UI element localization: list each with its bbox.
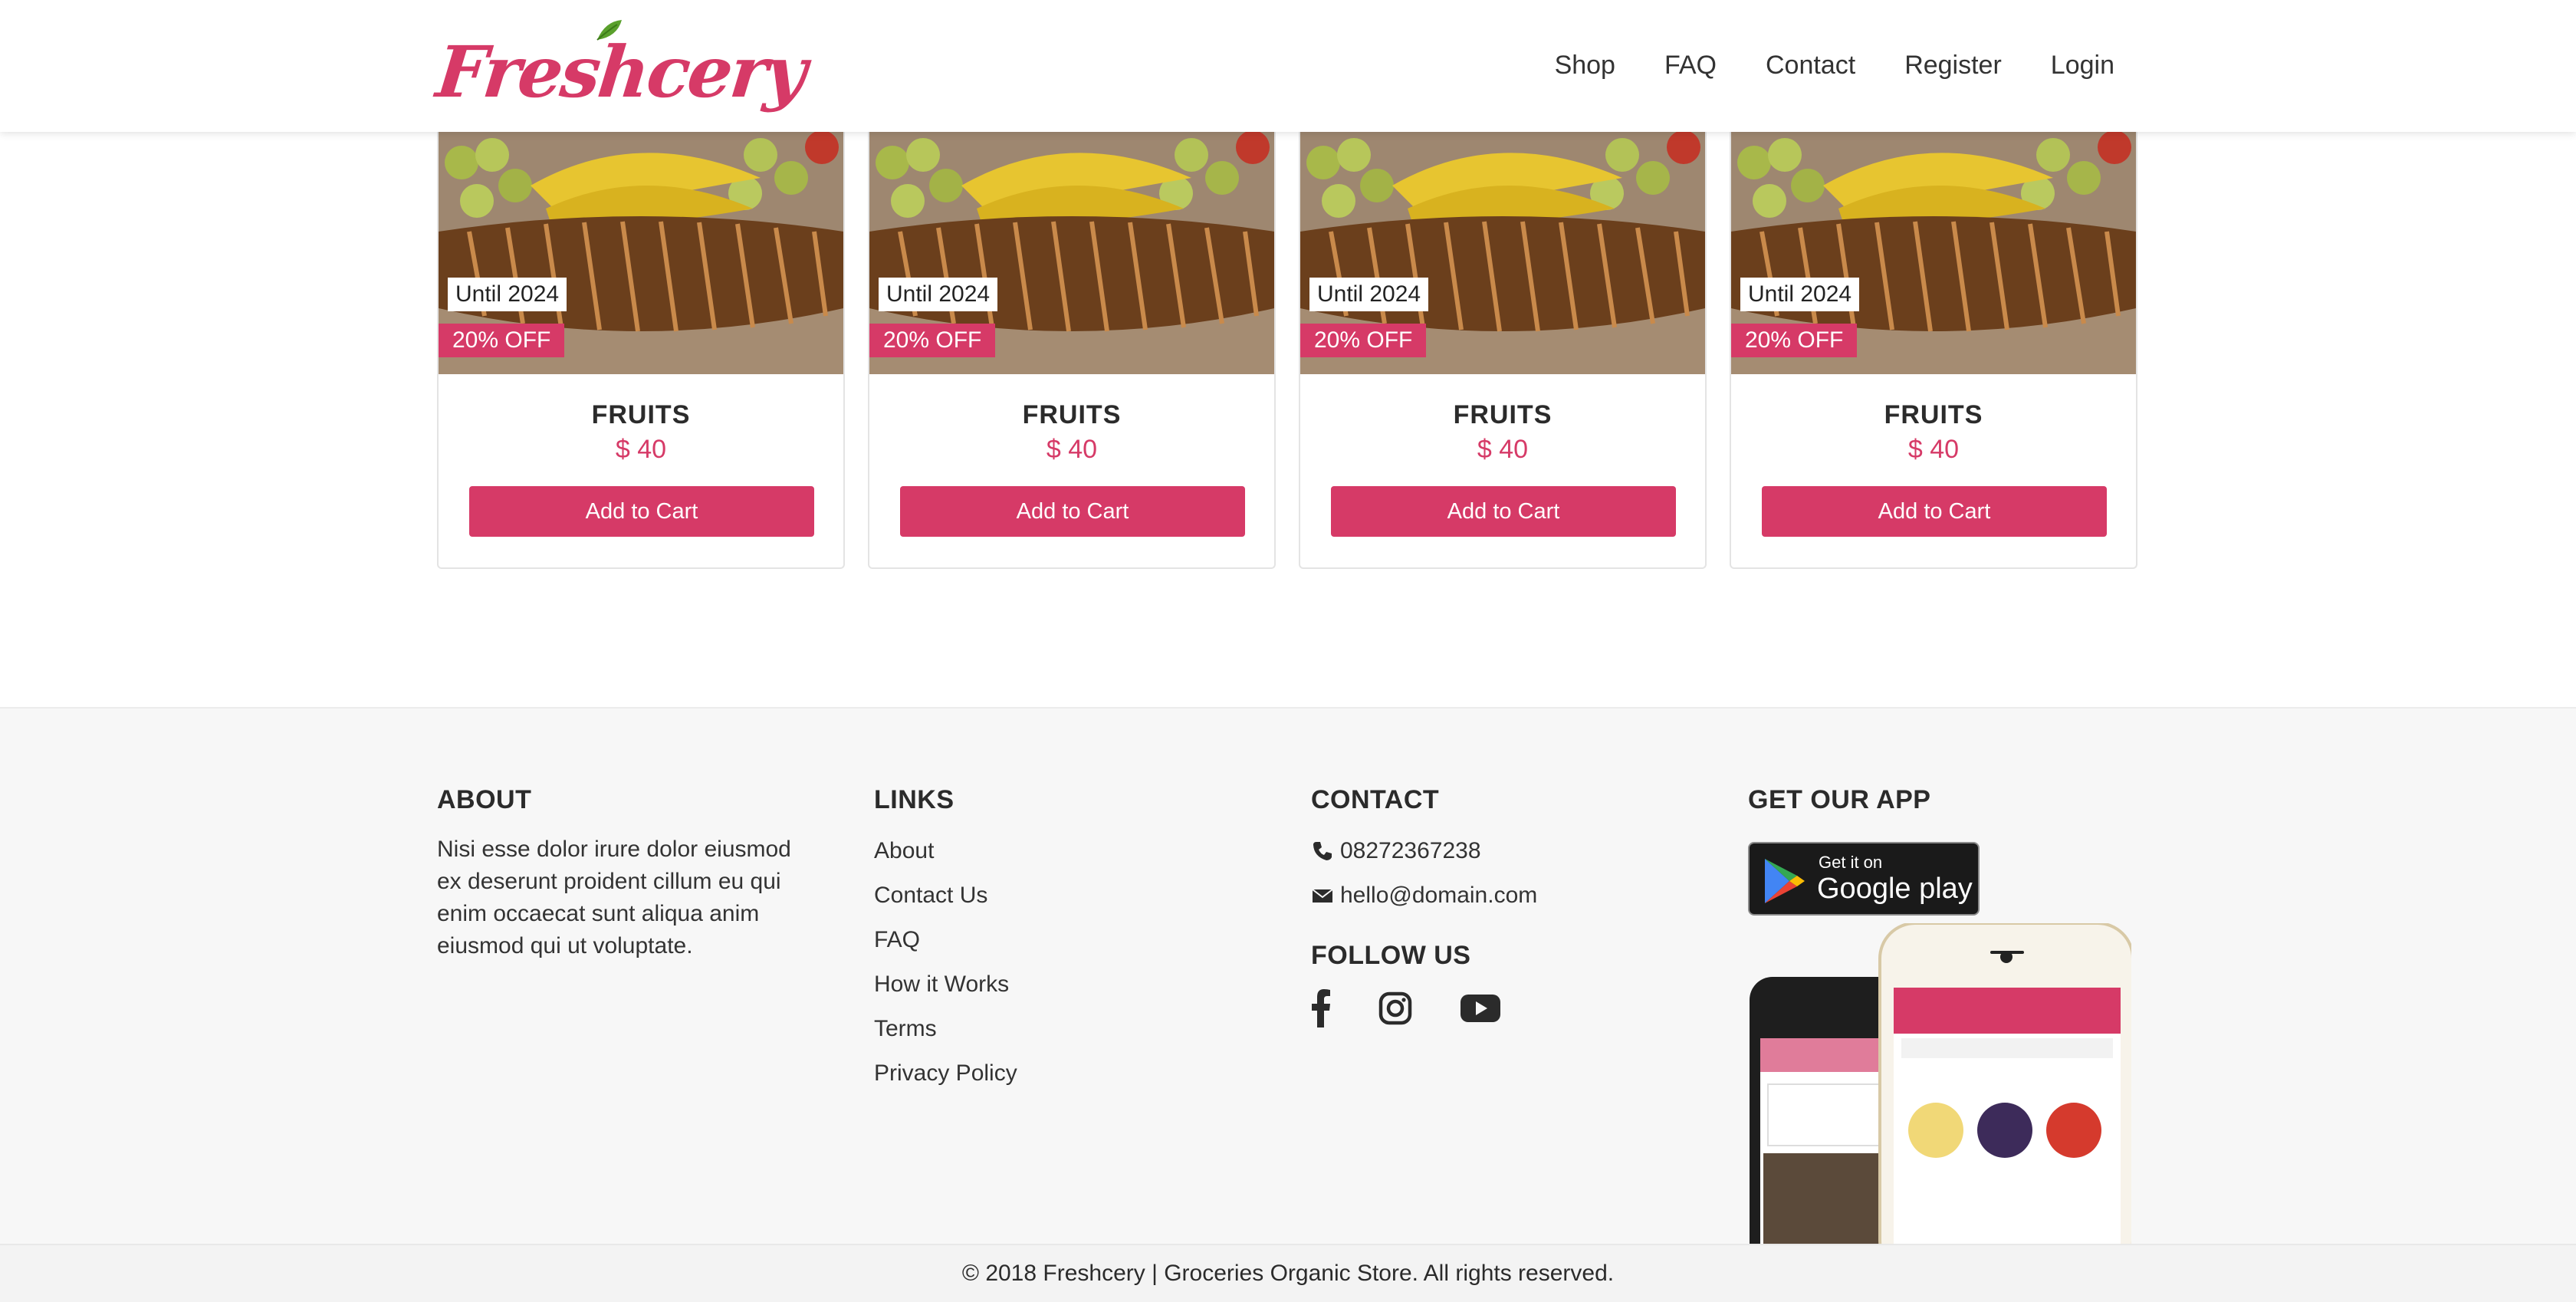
email-address: hello@domain.com xyxy=(1340,883,1538,908)
product-name[interactable]: FRUITS xyxy=(439,400,843,430)
product-image[interactable]: Until 2024 20% OFF xyxy=(869,132,1274,374)
logo-wordmark: Freshcery xyxy=(432,31,809,113)
footer-link-privacy-policy[interactable]: Privacy Policy xyxy=(874,1051,1017,1096)
phone-number: 08272367238 xyxy=(1340,838,1481,863)
add-to-cart-button[interactable]: Add to Cart xyxy=(469,486,814,537)
youtube-icon[interactable] xyxy=(1460,993,1501,1027)
about-heading: ABOUT xyxy=(437,785,532,814)
nav-login[interactable]: Login xyxy=(2051,46,2114,84)
footer-app: GET OUR APP Get it on Google play xyxy=(1748,785,2147,1261)
product-card: Until 2024 20% OFF FRUITS $ 40 Add to Ca… xyxy=(437,132,845,569)
instagram-icon[interactable] xyxy=(1378,991,1412,1029)
google-play-icon xyxy=(1765,859,1805,903)
about-text: Nisi esse dolor irure dolor eiusmod ex d… xyxy=(437,837,791,958)
nav-register[interactable]: Register xyxy=(1904,46,2002,84)
until-tag: Until 2024 xyxy=(879,278,998,311)
freshcery-logo[interactable]: Freshcery xyxy=(432,17,809,117)
facebook-icon[interactable] xyxy=(1311,989,1331,1031)
app-phones-image xyxy=(1748,923,2131,1261)
envelope-icon xyxy=(1312,889,1333,903)
until-tag: Until 2024 xyxy=(1740,278,1860,311)
copyright-text: © 2018 Freshcery | Groceries Organic Sto… xyxy=(961,1261,1615,1286)
footer-link-contact-us[interactable]: Contact Us xyxy=(874,873,1017,918)
store-small-text: Get it on xyxy=(1819,853,1883,872)
product-card: Until 2024 20% OFF FRUITS $ 40 Add to Ca… xyxy=(1730,132,2137,569)
footer-links: LINKS About Contact Us FAQ How it Works … xyxy=(874,785,1017,1096)
site-footer: ABOUT Nisi esse dolor irure dolor eiusmo… xyxy=(0,707,2576,1261)
product-grid: Until 2024 20% OFF FRUITS $ 40 Add to Ca… xyxy=(437,132,2139,569)
follow-us-heading: FOLLOW US xyxy=(1311,941,1471,970)
nav-faq[interactable]: FAQ xyxy=(1664,46,1717,84)
google-play-badge[interactable]: Get it on Google play xyxy=(1748,842,1980,916)
footer-link-terms[interactable]: Terms xyxy=(874,1007,1017,1051)
links-heading: LINKS xyxy=(874,785,955,814)
footer-link-about[interactable]: About xyxy=(874,829,1017,873)
nav-shop[interactable]: Shop xyxy=(1555,46,1615,84)
product-price: $ 40 xyxy=(1477,435,1529,464)
footer-link-how-it-works[interactable]: How it Works xyxy=(874,962,1017,1007)
discount-badge: 20% OFF xyxy=(439,324,565,357)
product-card: Until 2024 20% OFF FRUITS $ 40 Add to Ca… xyxy=(1299,132,1707,569)
discount-badge: 20% OFF xyxy=(1300,324,1427,357)
product-card: Until 2024 20% OFF FRUITS $ 40 Add to Ca… xyxy=(868,132,1276,569)
site-header: Freshcery Shop FAQ Contact Register Logi… xyxy=(0,0,2576,132)
until-tag: Until 2024 xyxy=(448,278,567,311)
phone-icon xyxy=(1313,842,1332,860)
get-our-app-heading: GET OUR APP xyxy=(1748,785,1931,814)
footer-contact: CONTACT 08272367238 hello@domain.com FOL… xyxy=(1311,785,1537,1031)
product-price: $ 40 xyxy=(1907,435,1960,464)
product-price: $ 40 xyxy=(1046,435,1098,464)
product-price: $ 40 xyxy=(615,435,667,464)
product-image[interactable]: Until 2024 20% OFF xyxy=(1731,132,2136,374)
footer-about: ABOUT Nisi esse dolor irure dolor eiusmo… xyxy=(437,785,820,962)
until-tag: Until 2024 xyxy=(1309,278,1429,311)
product-name[interactable]: FRUITS xyxy=(1731,400,2136,430)
copyright-bar: © 2018 Freshcery | Groceries Organic Sto… xyxy=(0,1244,2576,1302)
product-name[interactable]: FRUITS xyxy=(1300,400,1705,430)
add-to-cart-button[interactable]: Add to Cart xyxy=(1762,486,2107,537)
contact-email[interactable]: hello@domain.com xyxy=(1311,873,1537,918)
nav-contact[interactable]: Contact xyxy=(1766,46,1855,84)
social-links xyxy=(1311,989,1537,1031)
contact-phone[interactable]: 08272367238 xyxy=(1311,829,1537,873)
discount-badge: 20% OFF xyxy=(869,324,996,357)
discount-badge: 20% OFF xyxy=(1731,324,1858,357)
product-image[interactable]: Until 2024 20% OFF xyxy=(1300,132,1705,374)
main-nav: Shop FAQ Contact Register Login xyxy=(1506,46,2114,84)
add-to-cart-button[interactable]: Add to Cart xyxy=(1331,486,1676,537)
contact-heading: CONTACT xyxy=(1311,785,1440,814)
product-name[interactable]: FRUITS xyxy=(869,400,1274,430)
add-to-cart-button[interactable]: Add to Cart xyxy=(900,486,1245,537)
product-image[interactable]: Until 2024 20% OFF xyxy=(439,132,843,374)
footer-link-faq[interactable]: FAQ xyxy=(874,918,1017,962)
store-big-text: Google play xyxy=(1817,873,1973,905)
